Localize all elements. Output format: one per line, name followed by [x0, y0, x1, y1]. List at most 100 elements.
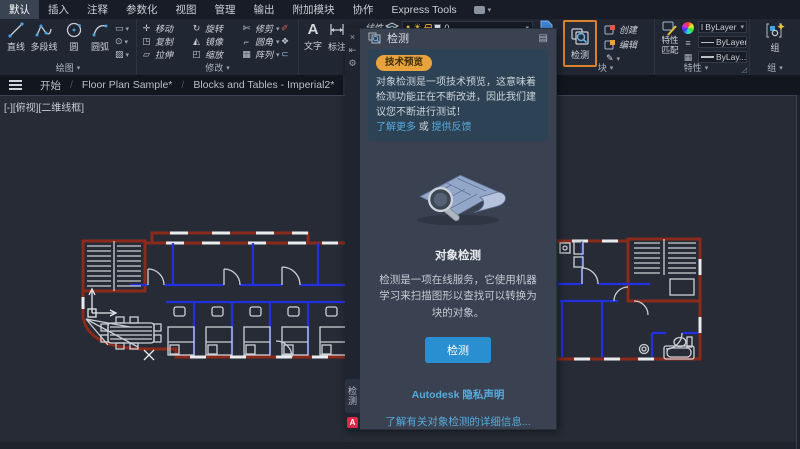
rectangle-tool[interactable]: ▭▾ [115, 23, 129, 34]
erase-tool[interactable]: ✐ [281, 23, 289, 34]
ribbon-panel-group: 组 组▾ [750, 19, 800, 75]
polyline-icon [35, 21, 53, 39]
text-tool[interactable]: A 文字 [302, 21, 324, 52]
hatch-icon: ▨ [115, 49, 124, 60]
lineweight-sample [701, 56, 714, 58]
group-panel-label[interactable]: 组▾ [750, 61, 800, 74]
trim-icon: ✄ [241, 23, 252, 34]
scale-icon: ◰ [191, 49, 202, 60]
detect-mini-icon [368, 32, 381, 45]
stretch-icon: ▱ [141, 49, 152, 60]
tab-start[interactable]: 开始 [31, 75, 70, 95]
menu-tab-view[interactable]: 视图 [167, 0, 206, 19]
erase-icon: ✐ [281, 23, 289, 34]
menu-tab-featured-apps[interactable]: ▾ [466, 0, 500, 19]
polyline-tool[interactable]: 多段线 [29, 21, 59, 53]
draw-extra-tools: ▭▾ ⊙▾ ▨▾ [115, 23, 129, 60]
create-block-icon [604, 24, 616, 35]
palette-body: 检测 ▤ 技术预览 对象检测是一项技术预览，这意味着检测功能正在不断改进，因此我… [360, 28, 557, 430]
move-tool[interactable]: ✛移动 [141, 22, 191, 35]
gear-icon[interactable]: ⚙ [348, 57, 356, 70]
panel-menu-icon[interactable]: ▤ [539, 33, 548, 44]
rotate-tool[interactable]: ↻旋转 [191, 22, 241, 35]
detect-icon [570, 27, 590, 47]
details-link[interactable]: 了解有关对象检测的详细信息... [385, 416, 530, 428]
detect-ribbon-button[interactable]: 检测 [563, 20, 597, 67]
canvas-bottom-strip [0, 442, 796, 449]
fillet-icon: ⌐ [241, 37, 252, 47]
menu-tab-parametric[interactable]: 参数化 [117, 0, 167, 19]
group-tool[interactable]: 组 [763, 21, 787, 54]
move-icon: ✛ [141, 23, 152, 34]
copy-tool[interactable]: ◳复制 [141, 35, 191, 48]
hatch-tool[interactable]: ▨▾ [115, 49, 129, 60]
ribbon-panel-properties: 特性 匹配 ≡ ▦ ByLayer ▾ ByLayer ▾ ByLay... ▾… [655, 19, 750, 75]
palette-vertical-tab[interactable]: 检测 [345, 379, 360, 413]
array-icon: ▦ [241, 49, 252, 60]
modify-grid: ✛移动 ↻旋转 ✄修剪▾ ◳复制 ◭镜像 ⌐圆角▾ ▱拉伸 ◰缩放 ▦阵列▾ [141, 22, 293, 61]
palette-title: 检测 [387, 30, 409, 46]
color-wheel-icon[interactable] [682, 22, 694, 34]
menu-tab-annotate[interactable]: 注释 [78, 0, 117, 19]
color-swatch [701, 24, 703, 30]
menu-tab-home[interactable]: 默认 [0, 0, 39, 19]
edit-block-icon [604, 39, 616, 50]
properties-mid-icons: ≡ ▦ [682, 22, 694, 63]
block-panel-label[interactable]: 块▾ [557, 61, 654, 74]
modify-panel-label[interactable]: 修改▾ [137, 61, 298, 74]
object-detection-description: 检测是一项在线服务，它使用机器学习来扫描图形以查找可以转换为块的对象。 [360, 272, 556, 321]
properties-panel-label[interactable]: 特性▾ [655, 61, 737, 74]
menu-tab-output[interactable]: 输出 [245, 0, 284, 19]
modify-extra-tools: ✐ ❖ ⊂ [281, 23, 289, 60]
close-icon[interactable]: × [350, 31, 355, 44]
detect-palette: × ⇤ ⚙ 检测 A 检测 ▤ 技术预览 对象检测是一项技术预览，这意味着检测功… [345, 28, 557, 430]
canvas-right-edge [796, 95, 800, 449]
properties-dialog-launcher-icon[interactable]: ◿ [742, 66, 747, 74]
auto-hide-pin-icon[interactable]: ⇤ [349, 44, 357, 57]
privacy-statement-link[interactable]: Autodesk 隐私声明 [412, 389, 505, 401]
circle-tool[interactable]: 圆 [61, 21, 87, 53]
object-detection-heading: 对象检测 [360, 247, 556, 263]
group-icon [765, 21, 785, 40]
feedback-link[interactable]: 提供反馈 [432, 122, 472, 133]
match-properties-button[interactable]: 特性 匹配 [658, 21, 682, 56]
featured-apps-icon [474, 6, 485, 14]
mirror-tool[interactable]: ◭镜像 [191, 35, 241, 48]
scale-tool[interactable]: ◰缩放 [191, 48, 241, 61]
detect-button[interactable]: 检测 [425, 337, 491, 363]
rectangle-icon: ▭ [115, 23, 124, 34]
create-block-button[interactable]: 创建 [604, 23, 637, 36]
blueprint-illustration [383, 157, 533, 233]
circle-icon [65, 21, 83, 39]
ribbon-panel-modify: ✛移动 ↻旋转 ✄修剪▾ ◳复制 ◭镜像 ⌐圆角▾ ▱拉伸 ◰缩放 ▦阵列▾ ✐… [137, 19, 299, 75]
linetype-icon[interactable]: ≡ [685, 38, 690, 48]
draw-panel-label[interactable]: 绘图▾ [0, 61, 136, 74]
tab-blocks-and-tables[interactable]: Blocks and Tables - Imperial2* [184, 75, 343, 95]
object-color-dropdown[interactable]: ByLayer ▾ [698, 21, 747, 33]
ribbon-panel-block: 检测 创建 编辑 ✎ ▾ 块▾ [557, 19, 655, 75]
line-tool[interactable]: 直线 [3, 21, 29, 53]
linetype-sample [701, 42, 714, 43]
arc-tool[interactable]: 圆弧 [87, 21, 113, 53]
menu-tab-insert[interactable]: 插入 [39, 0, 78, 19]
linetype-dropdown[interactable]: ByLayer ▾ [698, 36, 747, 48]
edit-block-button[interactable]: 编辑 [604, 38, 637, 51]
tab-floor-plan-sample[interactable]: Floor Plan Sample* [73, 75, 181, 95]
arc-icon [91, 21, 109, 39]
ellipse-tool[interactable]: ⊙▾ [115, 36, 129, 47]
viewport-controls-label[interactable]: [-][俯视][二维线框] [4, 99, 84, 114]
menu-tab-collaborate[interactable]: 协作 [344, 0, 383, 19]
menu-tab-manage[interactable]: 管理 [206, 0, 245, 19]
menu-tab-addins[interactable]: 附加模块 [284, 0, 344, 19]
tech-preview-notice: 技术预览 对象检测是一项技术预览，这意味着检测功能正在不断改进，因此我们建议您不… [368, 49, 548, 141]
stretch-tool[interactable]: ▱拉伸 [141, 48, 191, 61]
tech-preview-badge: 技术预览 [376, 55, 432, 71]
offset-tool[interactable]: ⊂ [281, 49, 289, 60]
explode-tool[interactable]: ❖ [281, 36, 289, 47]
hamburger-menu-icon[interactable] [0, 75, 31, 95]
text-icon: A [308, 21, 319, 38]
menu-tab-express-tools[interactable]: Express Tools [383, 0, 466, 19]
match-properties-icon [662, 21, 678, 36]
learn-more-link[interactable]: 了解更多 [376, 122, 416, 133]
dimension-icon [328, 21, 346, 39]
